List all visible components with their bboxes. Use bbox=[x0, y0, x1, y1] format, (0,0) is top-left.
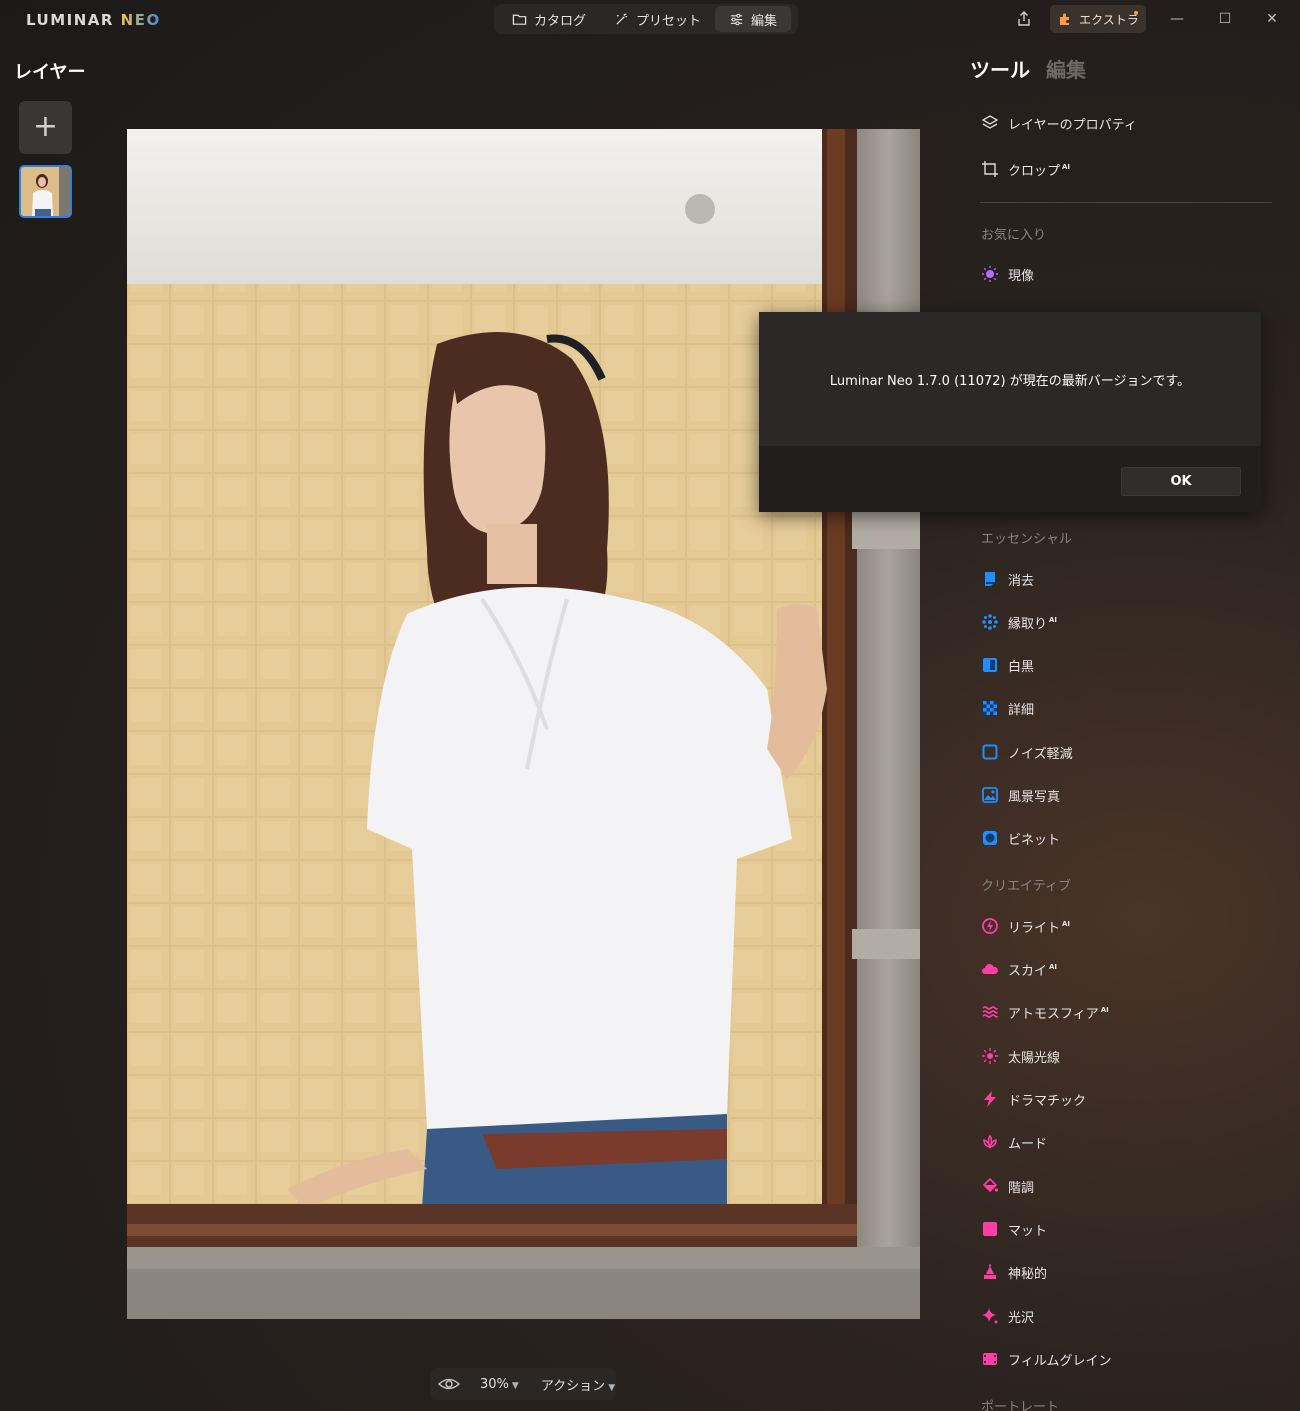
title-bar: LUMINAR NEO カタログ プリセット 編集 エクストラ — ☐ ✕ bbox=[0, 0, 1300, 40]
tool-details[interactable]: 詳細 bbox=[980, 696, 1034, 720]
tab-catalog[interactable]: カタログ bbox=[498, 6, 600, 32]
lotus-icon bbox=[980, 1133, 999, 1152]
tool-atmosphere[interactable]: アトモスフィア AI bbox=[980, 1000, 1109, 1024]
tool-sunrays[interactable]: 太陽光線 bbox=[980, 1044, 1060, 1068]
chevron-down-icon: ▼ bbox=[511, 1380, 519, 1391]
sun-icon bbox=[980, 265, 999, 284]
tool-mood[interactable]: ムード bbox=[980, 1130, 1047, 1154]
share-icon[interactable] bbox=[1014, 9, 1034, 29]
detail-icon bbox=[980, 699, 999, 718]
crop-icon bbox=[980, 160, 999, 179]
bucket-icon bbox=[980, 1177, 999, 1196]
tool-relight[interactable]: リライト AI bbox=[980, 914, 1070, 938]
tool-erase[interactable]: 消去 bbox=[980, 567, 1034, 591]
ai-badge: AI bbox=[1049, 963, 1058, 972]
mystic-icon bbox=[980, 1263, 999, 1282]
sparkle-icon bbox=[980, 1307, 999, 1326]
tool-glow[interactable]: 光沢 bbox=[980, 1304, 1034, 1328]
tool-crop[interactable]: クロップ AI bbox=[980, 157, 1070, 181]
section-essentials: エッセンシャル bbox=[981, 532, 1073, 547]
section-creative: クリエイティブ bbox=[981, 879, 1071, 894]
atmosphere-icon bbox=[980, 1003, 999, 1022]
section-portrait: ポートレート bbox=[981, 1400, 1060, 1411]
tab-edit[interactable]: 編集 bbox=[715, 6, 792, 32]
photo-image bbox=[127, 129, 920, 1319]
tool-landscape[interactable]: 風景写真 bbox=[980, 783, 1060, 807]
dialog-message: Luminar Neo 1.7.0 (11072) が現在の最新バージョンです。 bbox=[829, 373, 1191, 389]
tool-mystical[interactable]: 神秘的 bbox=[980, 1260, 1047, 1284]
dialog-footer: OK bbox=[759, 446, 1261, 512]
layers-icon bbox=[980, 114, 999, 133]
divider bbox=[980, 202, 1272, 203]
ai-badge: AI bbox=[1062, 163, 1071, 172]
layer-thumbnail-image bbox=[21, 167, 70, 216]
tool-dramatic[interactable]: ドラマチック bbox=[980, 1087, 1086, 1111]
tool-edge[interactable]: 縁取り AI bbox=[980, 610, 1057, 634]
tool-sky[interactable]: スカイ AI bbox=[980, 957, 1057, 981]
ok-button[interactable]: OK bbox=[1121, 467, 1241, 496]
tab-edits[interactable]: 編集 bbox=[1046, 54, 1086, 83]
cloud-icon bbox=[980, 960, 999, 979]
bw-icon bbox=[980, 656, 999, 675]
sliders-icon bbox=[730, 13, 743, 25]
add-layer-button[interactable]: + bbox=[19, 101, 72, 154]
layers-title: レイヤー bbox=[14, 62, 86, 83]
chevron-down-icon: ▼ bbox=[608, 1382, 616, 1393]
landscape-icon bbox=[980, 786, 999, 805]
eraser-icon bbox=[980, 570, 999, 589]
film-icon bbox=[980, 1350, 999, 1369]
tool-film-grain[interactable]: フィルムグレイン bbox=[980, 1347, 1111, 1371]
sunrays-icon bbox=[980, 1047, 999, 1066]
section-favorites: お気に入り bbox=[981, 228, 1047, 243]
relight-icon bbox=[980, 917, 999, 936]
action-dropdown[interactable]: アクション ▼ bbox=[541, 1375, 615, 1394]
vignette-icon bbox=[980, 829, 999, 848]
layer-thumbnail[interactable] bbox=[19, 165, 72, 218]
tools-panel-tabs: ツール 編集 bbox=[970, 54, 1086, 83]
ai-badge: AI bbox=[1062, 920, 1071, 929]
tool-layer-properties[interactable]: レイヤーのプロパティ bbox=[980, 111, 1137, 135]
tool-noise[interactable]: ノイズ軽減 bbox=[980, 740, 1073, 764]
app-logo: LUMINAR NEO bbox=[26, 11, 161, 29]
tool-develop[interactable]: 現像 bbox=[980, 262, 1034, 286]
lightning-icon bbox=[980, 1090, 999, 1109]
tab-tools[interactable]: ツール bbox=[970, 54, 1030, 83]
tool-toning[interactable]: 階調 bbox=[980, 1174, 1034, 1198]
maximize-icon[interactable]: ☐ bbox=[1216, 10, 1234, 28]
tab-presets[interactable]: プリセット bbox=[600, 6, 715, 32]
eye-icon[interactable] bbox=[438, 1376, 460, 1392]
folder-icon bbox=[512, 14, 527, 25]
dots-icon bbox=[980, 613, 999, 632]
puzzle-icon bbox=[1060, 13, 1070, 25]
minimize-icon[interactable]: — bbox=[1168, 10, 1186, 28]
mode-switcher: カタログ プリセット 編集 bbox=[494, 4, 798, 34]
square-icon bbox=[980, 1220, 999, 1239]
ai-badge: AI bbox=[1100, 1006, 1109, 1015]
tool-vignette[interactable]: ビネット bbox=[980, 826, 1060, 850]
magic-wand-icon bbox=[616, 12, 628, 25]
view-toolbar: 30% ▼ アクション ▼ bbox=[430, 1368, 616, 1400]
extras-button[interactable]: エクストラ bbox=[1050, 5, 1146, 33]
ai-badge: AI bbox=[1049, 616, 1058, 625]
noise-icon bbox=[980, 743, 999, 762]
version-dialog: Luminar Neo 1.7.0 (11072) が現在の最新バージョンです。… bbox=[759, 312, 1261, 512]
zoom-dropdown[interactable]: 30% ▼ bbox=[480, 1377, 519, 1392]
close-icon[interactable]: ✕ bbox=[1263, 10, 1281, 28]
tool-matte[interactable]: マット bbox=[980, 1217, 1047, 1241]
tool-bw[interactable]: 白黒 bbox=[980, 653, 1034, 677]
notification-dot bbox=[1134, 11, 1138, 15]
photo-canvas[interactable] bbox=[127, 129, 920, 1319]
